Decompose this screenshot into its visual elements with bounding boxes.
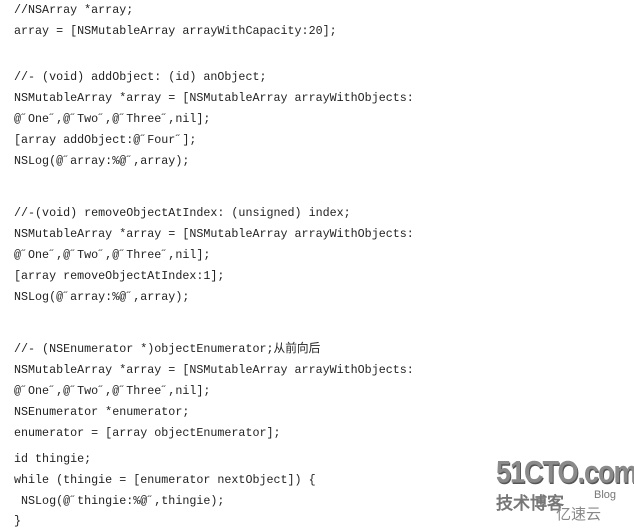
watermark-site: 51CTO.com [496, 455, 634, 490]
code-line: while (thingie = [enumerator nextObject]… [14, 473, 316, 487]
code-line: NSMutableArray *array = [NSMutableArray … [14, 227, 414, 241]
code-line: enumerator = [array objectEnumerator]; [14, 426, 281, 440]
watermark-brand: 亿速云 [556, 505, 602, 523]
watermark-subtitle: 技术博客 [496, 494, 564, 514]
code-line: @˝One˝,@˝Two˝,@˝Three˝,nil]; [14, 384, 211, 398]
code-line: @˝One˝,@˝Two˝,@˝Three˝,nil]; [14, 248, 211, 262]
code-line: array = [NSMutableArray arrayWithCapacit… [14, 24, 337, 38]
watermark-blog: Blog [594, 489, 617, 501]
code-line: NSLog(@˝thingie:%@˝,thingie); [14, 494, 225, 508]
code-line: } [14, 514, 22, 528]
code-line: [array removeObjectAtIndex:1]; [14, 269, 225, 283]
code-line: //-(void) removeObjectAtIndex: (unsigned… [14, 206, 351, 220]
code-line: NSMutableArray *array = [NSMutableArray … [14, 91, 414, 105]
code-line: //- (NSEnumerator *)objectEnumerator;从前向… [14, 342, 321, 356]
code-line: NSLog(@˝array:%@˝,array); [14, 154, 190, 168]
code-line: NSLog(@˝array:%@˝,array); [14, 290, 190, 304]
code-line: id thingie; [14, 452, 92, 466]
code-line: [array addObject:@˝Four˝]; [14, 133, 197, 147]
watermark-logo: 51CTO.com 技术博客 Blog 亿速云 [496, 455, 634, 524]
code-line: //- (void) addObject: (id) anObject; [14, 70, 267, 84]
code-line: NSEnumerator *enumerator; [14, 405, 190, 419]
code-line: @˝One˝,@˝Two˝,@˝Three˝,nil]; [14, 112, 211, 126]
code-line: NSMutableArray *array = [NSMutableArray … [14, 363, 414, 377]
code-line: //NSArray *array; [14, 3, 134, 17]
